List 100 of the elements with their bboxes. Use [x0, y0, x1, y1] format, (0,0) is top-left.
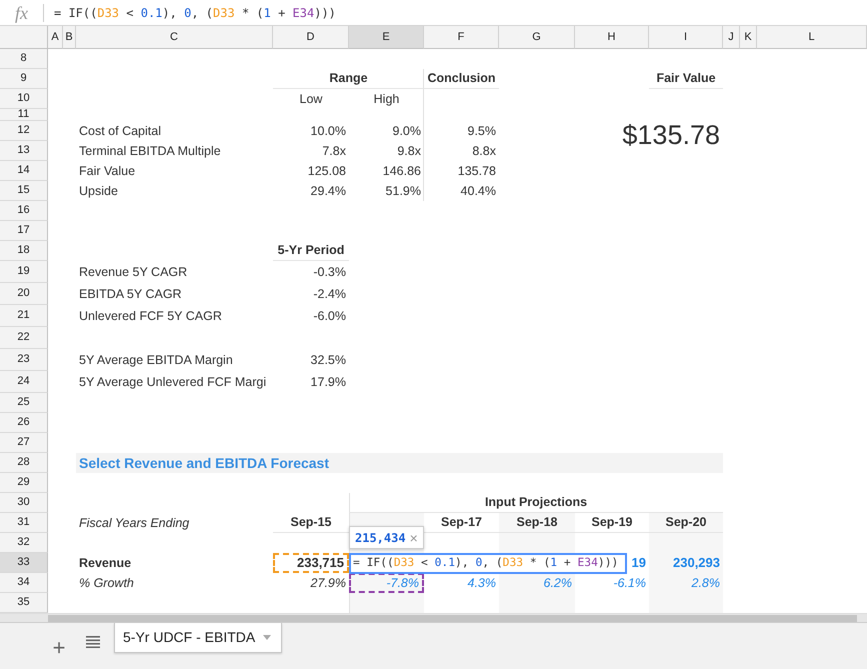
- table-cell-text: 51.9%: [384, 182, 422, 200]
- add-sheet-button[interactable]: +: [49, 631, 69, 664]
- table-cell-text: 125.08: [306, 162, 347, 180]
- table-cell-text: 7.8x: [321, 142, 347, 160]
- column-header[interactable]: G: [499, 26, 575, 49]
- row-header[interactable]: 12: [0, 121, 48, 141]
- table-cell-text: -6.0%: [312, 308, 347, 325]
- table-cell-text: 10.0%: [310, 122, 347, 140]
- row-header[interactable]: 24: [0, 371, 48, 393]
- column-header[interactable]: K: [740, 26, 757, 49]
- row-label: % Growth: [78, 574, 135, 592]
- row-label: Unlevered FCF 5Y CAGR: [78, 308, 223, 325]
- formula-text[interactable]: = IF((D33 < 0.1), 0, (D33 * (1 + E34))): [44, 4, 336, 22]
- row-header[interactable]: 34: [0, 573, 48, 593]
- sheet-tab[interactable]: 5-Yr UDCF - EBITDA: [114, 623, 282, 653]
- column-header[interactable]: B: [63, 26, 76, 49]
- row-header[interactable]: 26: [0, 413, 48, 433]
- table-cell-text: 32.5%: [310, 352, 347, 369]
- table-cell-text: -2.4%: [312, 286, 347, 303]
- row-label: Upside: [78, 182, 119, 200]
- column-header[interactable]: E: [349, 26, 424, 49]
- row-header[interactable]: 16: [0, 201, 48, 221]
- column-header[interactable]: H: [575, 26, 649, 49]
- row-header[interactable]: 19: [0, 261, 48, 283]
- row-header[interactable]: 29: [0, 473, 48, 493]
- row-header[interactable]: 28: [0, 453, 48, 473]
- row-header[interactable]: 23: [0, 349, 48, 371]
- row-header[interactable]: 22: [0, 327, 48, 349]
- column-header[interactable]: C: [76, 26, 273, 49]
- table-cell-text: 29.4%: [310, 182, 347, 200]
- table-cell-text: 40.4%: [460, 182, 497, 200]
- select-all-corner[interactable]: [0, 26, 48, 49]
- column-heading: Fair Value: [649, 69, 723, 89]
- column-header[interactable]: J: [723, 26, 740, 49]
- input-cell-text: -6.1%: [612, 574, 647, 592]
- input-cell-text: 19: [630, 554, 647, 572]
- row-header[interactable]: 15: [0, 181, 48, 201]
- column-heading: High: [372, 90, 400, 108]
- row-header[interactable]: 14: [0, 161, 48, 181]
- column-heading: Sep-15: [273, 513, 349, 533]
- fair-value-figure: $135.78: [621, 118, 721, 152]
- column-header[interactable]: L: [757, 26, 867, 49]
- row-label: 5Y Average EBITDA Margin: [78, 352, 234, 369]
- column-heading: Range: [273, 69, 424, 89]
- column-heading: Low: [298, 90, 324, 108]
- row-header[interactable]: 13: [0, 141, 48, 161]
- row-header[interactable]: 35: [0, 593, 48, 613]
- row-label: EBITDA 5Y CAGR: [78, 286, 183, 303]
- row-label: Fair Value: [78, 162, 136, 180]
- menu-icon[interactable]: [86, 636, 100, 648]
- column-heading: Sep-20: [649, 513, 723, 533]
- row-header[interactable]: 18: [0, 241, 48, 261]
- table-cell-text: 27.9%: [310, 574, 347, 592]
- section-title: Select Revenue and EBITDA Forecast: [76, 453, 723, 473]
- row-header[interactable]: 17: [0, 221, 48, 241]
- column-heading: Sep-17: [424, 513, 499, 533]
- row-header[interactable]: 11: [0, 109, 48, 121]
- column-header[interactable]: I: [649, 26, 723, 49]
- table-cell-text: -0.3%: [312, 264, 347, 281]
- table-cell-text: 9.5%: [466, 122, 497, 140]
- row-header[interactable]: 25: [0, 393, 48, 413]
- row-header[interactable]: 27: [0, 433, 48, 453]
- row-label: Cost of Capital: [78, 122, 162, 140]
- row-header[interactable]: 30: [0, 493, 48, 513]
- row-header[interactable]: 10: [0, 89, 48, 109]
- column-header[interactable]: F: [424, 26, 499, 49]
- table-cell-text: 146.86: [382, 162, 422, 180]
- input-cell-text: 4.3%: [466, 574, 497, 592]
- formula-label: fx: [0, 4, 44, 22]
- row-header[interactable]: 33: [0, 553, 48, 573]
- row-label: Revenue 5Y CAGR: [78, 264, 188, 281]
- input-cell-text: 2.8%: [690, 574, 721, 592]
- tooltip-value: 215,434: [355, 530, 406, 546]
- table-cell-text: 9.0%: [392, 122, 422, 140]
- row-header[interactable]: 9: [0, 69, 48, 89]
- table-cell-text: 8.8x: [471, 142, 497, 160]
- column-heading: 5-Yr Period: [273, 241, 349, 261]
- table-cell-text: 9.8x: [396, 142, 422, 160]
- row-label: Terminal EBITDA Multiple: [78, 142, 222, 160]
- caret-icon[interactable]: [263, 635, 272, 640]
- row-header[interactable]: 21: [0, 305, 48, 327]
- formula-editor[interactable]: = IF((D33 < 0.1), 0, (D33 * (1 + E34))): [349, 553, 627, 574]
- row-label: Fiscal Years Ending: [78, 514, 190, 532]
- input-cell-text: 6.2%: [542, 574, 573, 592]
- row-label: 5Y Average Unlevered FCF Margi: [78, 374, 268, 391]
- input-cell-text: 230,293: [672, 554, 721, 572]
- row-header[interactable]: 31: [0, 513, 48, 533]
- row-header[interactable]: 8: [0, 49, 48, 69]
- row-label: Revenue: [78, 554, 132, 572]
- horizontal-scrollbar[interactable]: [0, 613, 867, 622]
- table-cell-text: 135.78: [456, 162, 497, 180]
- column-header[interactable]: D: [273, 26, 349, 49]
- column-heading: Sep-19: [575, 513, 649, 533]
- row-header[interactable]: 32: [0, 533, 48, 553]
- column-header[interactable]: A: [48, 26, 63, 49]
- column-heading: Sep-18: [499, 513, 575, 533]
- row-header[interactable]: 20: [0, 283, 48, 305]
- table-cell-text: 17.9%: [310, 374, 347, 391]
- column-heading: Input Projections: [349, 493, 723, 513]
- column-heading: Conclusion: [424, 69, 499, 89]
